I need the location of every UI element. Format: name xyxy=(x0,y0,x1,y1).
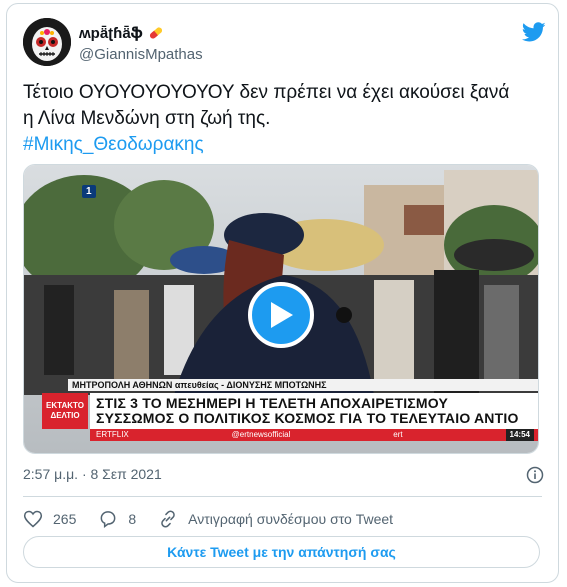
tweet-reply-button[interactable]: Κάντε Tweet με την απάντησή σας xyxy=(23,536,540,568)
live-badge: ΕΚΤΑΚΤΟ ΔΕΛΤΙΟ xyxy=(42,393,88,429)
sugar-skull-icon xyxy=(23,18,71,66)
info-icon[interactable] xyxy=(526,466,544,484)
reply-bubble-icon xyxy=(100,511,116,528)
like-button[interactable]: 265 xyxy=(23,509,76,529)
headline-line1: ΣΤΙΣ 3 ΤΟ ΜΕΣΗΜΕΡΙ Η ΤΕΛΕΤΗ ΑΠΟΧΑΙΡΕΤΙΣΜ… xyxy=(96,395,448,411)
play-icon xyxy=(271,302,293,328)
avatar[interactable] xyxy=(23,18,71,66)
news-headline: ΣΤΙΣ 3 ΤΟ ΜΕΣΗΜΕΡΙ Η ΤΕΛΕΤΗ ΑΠΟΧΑΙΡΕΤΙΣΜ… xyxy=(90,393,538,429)
play-button[interactable] xyxy=(248,282,314,348)
ticker-mid: @ertnewsofficial xyxy=(231,430,291,439)
author-name[interactable]: ʍpǟʈɦǟֆ xyxy=(79,24,165,42)
tweet-timestamp[interactable]: 2:57 μ.μ. · 8 Σεπ 2021 xyxy=(23,466,162,482)
news-lower-third: ΜΗΤΡΟΠΟΛΗ ΑΘΗΝΩΝ απευθείας - ΔΙΟΝΥΣΗΣ ΜΠ… xyxy=(24,379,538,453)
headline-line2: ΣΥΣΣΩΜΟΣ Ο ΠΟΛΙΤΙΚΟΣ ΚΟΣΜΟΣ ΓΙΑ ΤΟ ΤΕΛΕΥ… xyxy=(96,410,519,426)
ticker-right: ert xyxy=(393,430,403,439)
link-icon xyxy=(161,510,175,528)
hashtag-link[interactable]: #Μικης_Θεοδωρακης xyxy=(23,132,548,158)
tweet-text-line1: Τέτοιο ΟΥΟΥΟΥΟΥΟΥΟΥ δεν πρέπει να έχει α… xyxy=(23,82,510,103)
twitter-bird-icon[interactable] xyxy=(522,20,546,44)
heart-icon xyxy=(23,510,43,528)
copy-link-button[interactable]: Αντιγραφή συνδέσμου στο Tweet xyxy=(158,509,393,529)
live-badge-line1: ΕΚΤΑΚΤΟ xyxy=(46,401,84,410)
ticker-left: ERTFLIX xyxy=(96,430,129,439)
divider xyxy=(23,496,542,497)
author-handle[interactable]: @GiannisMpathas xyxy=(79,46,203,63)
tweet-actions: 265 8 Αντιγραφή συνδέσμου στο Tweet xyxy=(23,508,415,530)
tweet-text-line2: η Λίνα Μενδώνη στη ζωή της. xyxy=(23,108,271,129)
reply-count: 8 xyxy=(128,511,137,527)
pill-emoji-icon xyxy=(149,27,162,39)
channel-logo: 1 xyxy=(82,185,96,198)
live-badge-line2: ΔΕΛΤΙΟ xyxy=(50,411,80,420)
news-ticker: ERTFLIX @ertnewsofficial ert 14:54 xyxy=(90,429,538,441)
video-player[interactable]: 1 ΜΗΤΡΟΠΟΛΗ ΑΘΗΝΩΝ απευθείας - ΔΙΟΝΥΣΗΣ … xyxy=(23,164,539,454)
location-bar: ΜΗΤΡΟΠΟΛΗ ΑΘΗΝΩΝ απευθείας - ΔΙΟΝΥΣΗΣ ΜΠ… xyxy=(68,379,538,391)
ticker-time: 14:54 xyxy=(505,429,534,441)
like-count: 265 xyxy=(53,511,77,527)
author-display-name[interactable]: ʍpǟʈɦǟֆ xyxy=(79,24,143,42)
reply-count-button[interactable]: 8 xyxy=(98,509,136,529)
tweet-text: Τέτοιο ΟΥΟΥΟΥΟΥΟΥΟΥ δεν πρέπει να έχει α… xyxy=(23,80,548,158)
tweet-card[interactable]: ʍpǟʈɦǟֆ @GiannisMpathas Τέτοιο ΟΥΟΥΟΥΟΥΟ… xyxy=(6,3,559,583)
copy-link-label: Αντιγραφή συνδέσμου στο Tweet xyxy=(188,511,394,527)
